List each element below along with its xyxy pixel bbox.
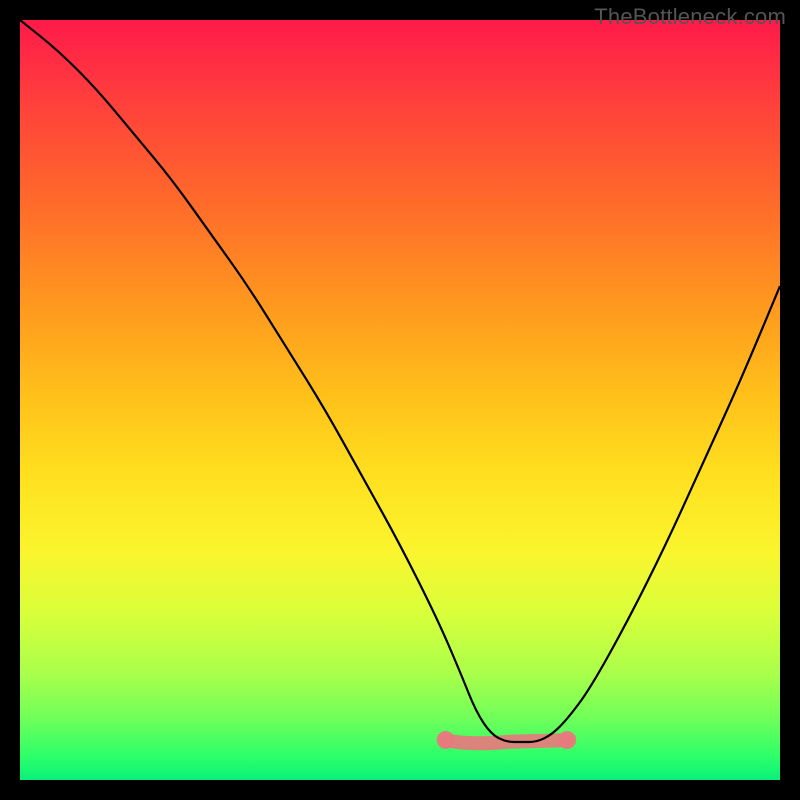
watermark-text: TheBottleneck.com xyxy=(594,4,786,30)
chart-frame: TheBottleneck.com xyxy=(0,0,800,800)
plot-area xyxy=(20,20,780,780)
gradient-background xyxy=(20,20,780,780)
